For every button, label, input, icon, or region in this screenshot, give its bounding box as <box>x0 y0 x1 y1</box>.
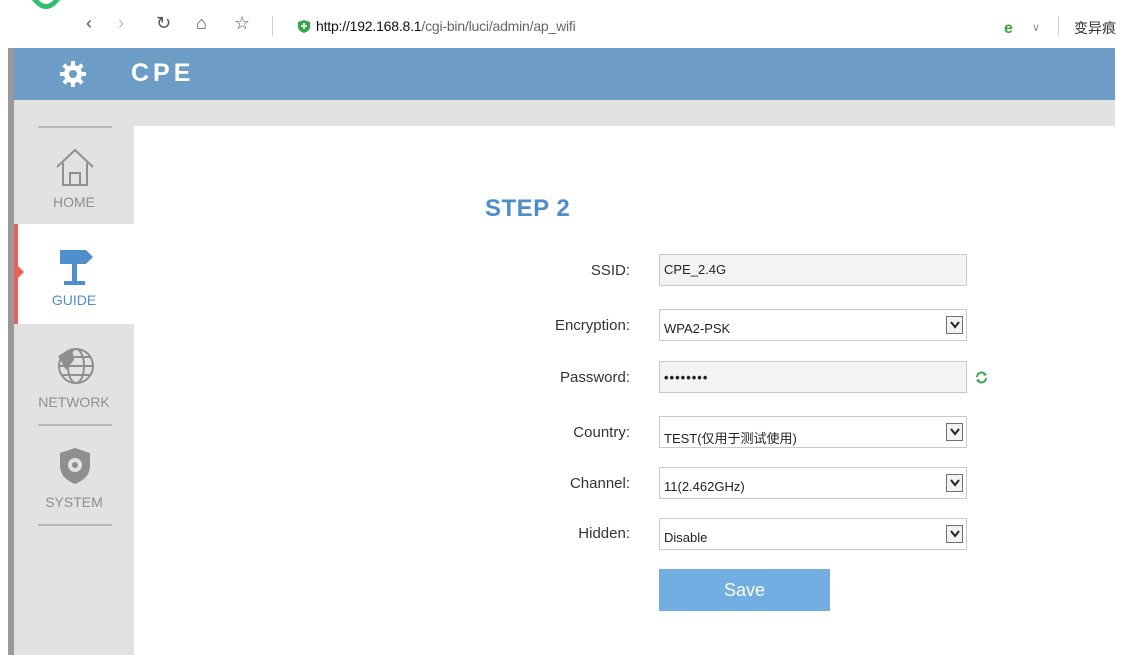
star-icon[interactable]: ☆ <box>234 14 250 32</box>
encryption-select[interactable]: WPA2-PSK <box>659 309 967 341</box>
sidebar-item-label: SYSTEM <box>45 494 103 510</box>
password-label: Password: <box>559 369 630 386</box>
ie-engine-icon[interactable]: e <box>1004 21 1013 37</box>
reload-icon[interactable]: ↻ <box>156 14 171 32</box>
sidebar-divider <box>38 524 112 526</box>
toolbar-divider <box>272 16 273 36</box>
password-input[interactable]: •••••••• <box>659 361 967 393</box>
ssid-value: CPE_2.4G <box>664 262 727 277</box>
save-button[interactable]: Save <box>659 569 830 611</box>
chevron-down-icon[interactable] <box>946 316 963 334</box>
chevron-down-icon[interactable] <box>946 525 963 543</box>
encryption-label: Encryption: <box>554 317 630 334</box>
url-path: /cgi-bin/luci/admin/ap_wifi <box>421 18 576 34</box>
ssid-label: SSID: <box>590 262 630 279</box>
chevron-down-icon[interactable] <box>946 423 963 441</box>
browser-home-icon[interactable]: ⌂ <box>196 14 207 32</box>
chevron-down-icon[interactable]: ∨ <box>1032 21 1040 34</box>
hidden-select[interactable]: Disable <box>659 518 967 550</box>
app-header: CPE <box>14 48 1115 100</box>
subheader-strip <box>14 100 1115 126</box>
gear-icon <box>60 61 86 87</box>
signpost-icon <box>60 250 93 285</box>
home-icon <box>56 148 94 186</box>
forward-icon[interactable]: › <box>118 14 124 32</box>
chevron-down-icon[interactable] <box>946 474 963 492</box>
sidebar: HOME GUIDE NETWORK SYSTEM <box>14 126 134 655</box>
sidebar-item-guide[interactable]: GUIDE <box>14 224 134 324</box>
channel-value: 11(2.462GHz) <box>664 479 745 494</box>
hidden-value: Disable <box>664 530 708 545</box>
url-host: http://192.168.8.1 <box>316 18 422 34</box>
hidden-label: Hidden: <box>578 525 630 542</box>
channel-label: Channel: <box>569 475 630 492</box>
globe-icon <box>58 348 94 384</box>
shield-gear-icon <box>60 448 90 484</box>
ssid-input[interactable]: CPE_2.4G <box>659 254 967 286</box>
browser-toolbar: ‹ › ↻ ⌂ ☆ http://192.168.8.1/cgi-bin/luc… <box>0 0 1123 48</box>
sidebar-item-network[interactable]: NETWORK <box>14 326 134 426</box>
country-label: Country: <box>573 424 630 441</box>
secure-shield-icon <box>298 20 310 33</box>
toolbar-divider <box>1058 16 1059 36</box>
encryption-value: WPA2-PSK <box>664 321 731 336</box>
refresh-password-icon[interactable] <box>975 371 988 384</box>
browser-logo-icon <box>32 0 60 9</box>
sidebar-item-label: NETWORK <box>38 394 110 410</box>
sidebar-item-home[interactable]: HOME <box>14 126 134 226</box>
step-title: STEP 2 <box>485 195 571 222</box>
channel-select[interactable]: 11(2.462GHz) <box>659 467 967 499</box>
back-icon[interactable]: ‹ <box>86 14 92 32</box>
password-value: •••••••• <box>664 370 709 385</box>
sidebar-item-label: GUIDE <box>51 292 97 308</box>
app-title: CPE <box>131 59 195 87</box>
sidebar-item-label: HOME <box>53 194 95 210</box>
country-value: TEST(仅用于测试使用) <box>664 431 797 446</box>
sidebar-item-system[interactable]: SYSTEM <box>14 426 134 526</box>
country-select[interactable]: TEST(仅用于测试使用) <box>659 416 967 448</box>
address-bar[interactable]: http://192.168.8.1/cgi-bin/luci/admin/ap… <box>316 18 576 34</box>
browser-user-label[interactable]: 变异痕 <box>1074 18 1123 38</box>
